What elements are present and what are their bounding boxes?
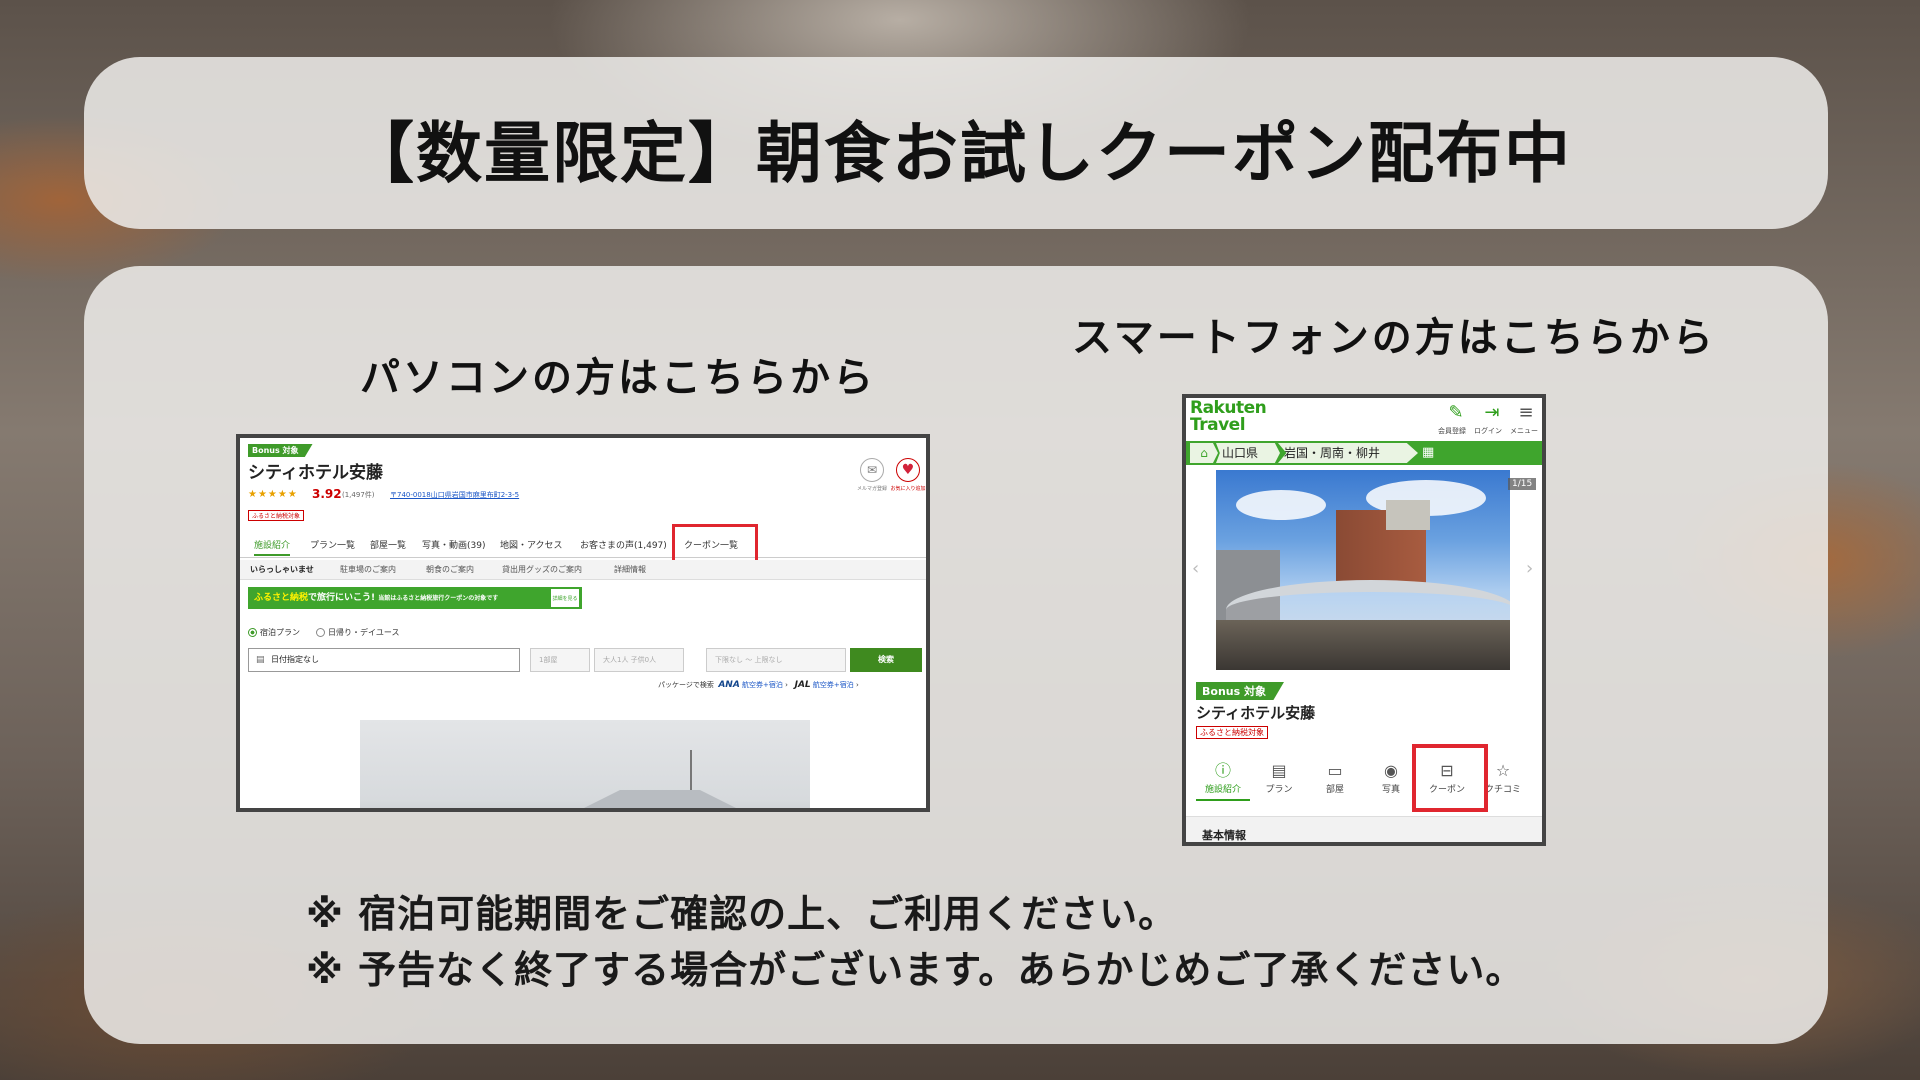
tab-map[interactable]: 地図・アクセス <box>500 538 563 551</box>
hotel-photo <box>360 720 810 808</box>
subnav-details[interactable]: 詳細情報 <box>614 564 646 575</box>
subnav-rental-goods[interactable]: 貸出用グッズのご案内 <box>502 564 582 575</box>
rating-stars: ★★★★★ <box>248 489 298 500</box>
note-line-1: ※ 宿泊可能期間をご確認の上、ご利用ください。 <box>306 892 1178 936</box>
ana-package-link[interactable]: 航空券+宿泊 <box>742 681 783 689</box>
chevron-left-icon[interactable]: ‹ <box>1192 558 1199 579</box>
login-icon[interactable]: ⇥ <box>1480 402 1504 423</box>
register-label: 会員登録 <box>1438 427 1466 435</box>
hotel-address-link[interactable]: 〒740-0018山口県岩国市麻里布町2-3-5 <box>390 490 519 500</box>
briefcase-icon: ▤ <box>1271 761 1287 780</box>
tab-label: 写真 <box>1381 785 1400 795</box>
furusato-badge: ふるさと納税対象 <box>248 510 305 521</box>
logo-line-2: Travel <box>1190 415 1246 435</box>
smartphone-screenshot: Rakuten Travel ✎ ⇥ ≡ 会員登録 ログイン メニュー ⌂ 山口… <box>1182 394 1546 846</box>
heart-icon[interactable]: ♥ <box>896 458 920 482</box>
basic-info-section[interactable]: 基本情報 <box>1186 816 1542 842</box>
menu-label: メニュー <box>1510 427 1538 435</box>
hotel-name: シティホテル安藤 <box>1196 704 1316 722</box>
furusato-badge: ふるさと納税対象 <box>1196 726 1268 739</box>
japan-map-icon[interactable]: ⌂ <box>1190 443 1218 463</box>
rating-score: 3.92 <box>312 487 342 501</box>
camera-icon: ◉ <box>1384 761 1398 780</box>
ana-logo: ANA <box>718 680 740 690</box>
radio-day-label: 日帰り・デイユース <box>328 628 400 637</box>
radio-stay-label: 宿泊プラン <box>260 628 300 637</box>
tab-label: 部屋 <box>1325 785 1344 795</box>
radio-unchecked-icon <box>316 628 325 637</box>
chevron-right-icon[interactable]: › <box>1526 558 1533 579</box>
date-input[interactable]: 日付指定なし <box>248 648 520 672</box>
photo-pager: 1/15 <box>1508 478 1537 490</box>
note-line-2: ※ 予告なく終了する場合がございます。あらかじめご了承ください。 <box>306 948 1525 992</box>
guests-select[interactable]: 大人1人 子供0人 <box>594 648 684 672</box>
breadcrumb: ⌂ 山口県 岩国・周南・柳井 ▦ <box>1186 441 1542 465</box>
mail-label: メルマガ登録 <box>856 486 887 492</box>
tab-rooms[interactable]: 部屋一覧 <box>370 538 406 551</box>
street <box>1216 620 1510 670</box>
pc-screenshot: Bonus 対象 シティホテル安藤 ★★★★★ 3.92 (1,497件) 〒7… <box>236 434 930 812</box>
tab-photos[interactable]: 写真・動画(39) <box>422 538 485 551</box>
banner-text-a: ふるさと納税 <box>254 593 309 603</box>
tab-facility[interactable]: 施設紹介 <box>254 538 291 556</box>
banner-text-c: 当館はふるさと納税旅行クーポンの対象です <box>378 595 499 602</box>
page-title: 【数量限定】朝食お試しクーポン配布中 <box>348 115 1572 192</box>
radio-day-use[interactable]: 日帰り・デイユース <box>316 627 399 638</box>
subnav-parking[interactable]: 駐車場のご案内 <box>340 564 396 575</box>
notes: ※ 宿泊可能期間をご確認の上、ご利用ください。 ※ 予告なく終了する場合がござい… <box>306 886 1524 998</box>
basic-info-label: 基本情報 <box>1202 829 1246 842</box>
building <box>1386 500 1430 530</box>
mail-icon[interactable]: ✉ <box>860 458 884 482</box>
hotel-photo[interactable] <box>1216 470 1510 670</box>
banner-text-b: で旅行にいこう! <box>308 593 376 603</box>
search-button[interactable]: 検索 <box>850 648 922 672</box>
rooms-select[interactable]: 1部屋 <box>530 648 590 672</box>
sub-navigation: いらっしゃいませ 駐車場のご案内 朝食のご案内 貸出用グッズのご案内 詳細情報 <box>240 560 926 580</box>
facility-tabs: 施設紹介 プラン一覧 部屋一覧 写真・動画(39) 地図・アクセス お客さまの声… <box>240 530 926 558</box>
map-icon[interactable]: ▦ <box>1422 445 1434 461</box>
review-count[interactable]: (1,497件) <box>342 490 375 500</box>
tab-plans[interactable]: ▤ プラン <box>1252 761 1306 796</box>
pc-heading: パソコンの方はこちらから <box>360 355 876 401</box>
rakuten-travel-logo[interactable]: Rakuten Travel <box>1190 400 1267 435</box>
tab-photos[interactable]: ◉ 写真 <box>1364 761 1418 796</box>
furusato-banner[interactable]: ふるさと納税で旅行にいこう! 当館はふるさと納税旅行クーポンの対象です <box>248 587 582 609</box>
price-range-select[interactable]: 下限なし ～ 上限なし <box>706 648 846 672</box>
jal-package-link[interactable]: 航空券+宿泊 <box>813 681 854 689</box>
radio-checked-icon <box>248 628 257 637</box>
info-icon: ⓘ <box>1214 761 1231 780</box>
package-label: パッケージで検索 <box>658 681 714 689</box>
tab-reviews[interactable]: お客さまの声(1,497) <box>580 538 667 551</box>
tab-rooms[interactable]: ▭ 部屋 <box>1308 761 1362 796</box>
coupon-tab-highlight <box>1412 744 1488 812</box>
cloud <box>1236 490 1326 520</box>
tab-facility[interactable]: ⓘ 施設紹介 <box>1196 762 1250 801</box>
tab-label: プラン <box>1265 785 1293 795</box>
register-icon[interactable]: ✎ <box>1444 402 1468 423</box>
favorite-label: お気に入り追加 <box>890 486 926 492</box>
bed-icon: ▭ <box>1327 761 1343 780</box>
login-label: ログイン <box>1474 427 1502 435</box>
smartphone-heading: スマートフォンの方はこちらから <box>1072 315 1716 361</box>
tab-plans[interactable]: プラン一覧 <box>310 538 355 551</box>
menu-icon[interactable]: ≡ <box>1514 402 1538 423</box>
banner-detail-button[interactable]: 詳細を見る <box>550 588 580 608</box>
radio-stay-plan[interactable]: 宿泊プラン <box>248 627 300 638</box>
photo-roof <box>560 790 760 808</box>
package-search: パッケージで検索 ANA 航空券+宿泊 › JAL 航空券+宿泊 › <box>658 680 859 690</box>
breadcrumb-area[interactable]: 岩国・周南・柳井 <box>1278 443 1418 463</box>
bonus-badge: Bonus 対象 <box>1196 682 1284 700</box>
bonus-badge: Bonus 対象 <box>248 444 313 457</box>
tab-label: 施設紹介 <box>1204 785 1241 795</box>
subnav-breakfast[interactable]: 朝食のご案内 <box>426 564 474 575</box>
breadcrumb-prefecture[interactable]: 山口県 <box>1216 443 1280 463</box>
hotel-name: シティホテル安藤 <box>248 463 383 483</box>
jal-logo: JAL <box>794 680 811 690</box>
subnav-welcome[interactable]: いらっしゃいませ <box>250 564 314 575</box>
